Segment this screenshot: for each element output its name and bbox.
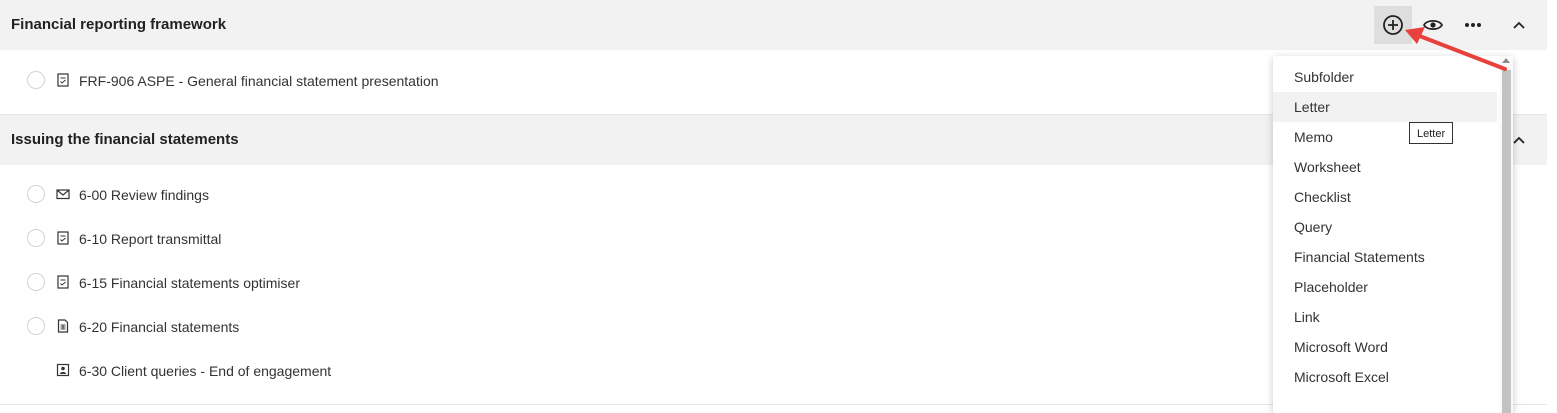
section-title: Financial reporting framework [11,16,227,33]
item-label: 6-30 Client queries - End of engagement [79,363,332,379]
menu-item-financial-statements[interactable]: Financial Statements [1273,242,1497,272]
menu-item-microsoft-word[interactable]: Microsoft Word [1273,332,1497,362]
menu-item-microsoft-excel[interactable]: Microsoft Excel [1273,362,1497,392]
tooltip: Letter [1409,122,1454,144]
item-label: 6-20 Financial statements [79,319,240,335]
menu-item-memo[interactable]: Memo [1273,122,1497,152]
menu-item-letter[interactable]: Letter [1273,92,1497,122]
list-item[interactable]: 6-10 Report transmittal [0,217,1270,261]
section-header-financial-reporting-framework[interactable]: Financial reporting framework [0,0,1547,50]
add-menu-dropdown[interactable]: Subfolder Letter Memo Worksheet Checklis… [1273,56,1513,413]
status-checkbox[interactable] [27,317,45,335]
annotation-arrow-icon [1405,27,1507,71]
list-item[interactable]: 6-00 Review findings [0,173,1270,217]
list-item[interactable]: 6-15 Financial statements optimiser [0,261,1270,305]
list-item[interactable]: FRF-906 ASPE - General financial stateme… [0,59,1270,103]
list-item[interactable]: 6-30 Client queries - End of engagement [0,349,1270,393]
menu-item-worksheet[interactable]: Worksheet [1273,152,1497,182]
spreadsheet-doc-icon [57,319,69,333]
status-checkbox[interactable] [27,71,45,89]
checklist-doc-icon [57,73,69,87]
menu-item-query[interactable]: Query [1273,212,1497,242]
checklist-doc-icon [57,231,69,245]
checklist-doc-icon [57,275,69,289]
menu-scrollbar[interactable] [1499,56,1513,413]
contact-card-icon [56,363,70,377]
status-checkbox[interactable] [27,185,45,203]
scrollbar-thumb[interactable] [1502,70,1511,413]
list-item[interactable]: 6-20 Financial statements [0,305,1270,349]
item-label: 6-15 Financial statements optimiser [79,275,300,291]
status-checkbox[interactable] [27,273,45,291]
item-label: 6-10 Report transmittal [79,231,222,247]
menu-item-link[interactable]: Link [1273,302,1497,332]
status-checkbox[interactable] [27,229,45,247]
envelope-icon [56,189,70,200]
menu-item-placeholder[interactable]: Placeholder [1273,272,1497,302]
item-label: FRF-906 ASPE - General financial stateme… [79,73,439,89]
menu-item-checklist[interactable]: Checklist [1273,182,1497,212]
chevron-up-icon [1513,136,1525,144]
item-label: 6-00 Review findings [79,187,209,203]
section-title: Issuing the financial statements [11,131,239,148]
